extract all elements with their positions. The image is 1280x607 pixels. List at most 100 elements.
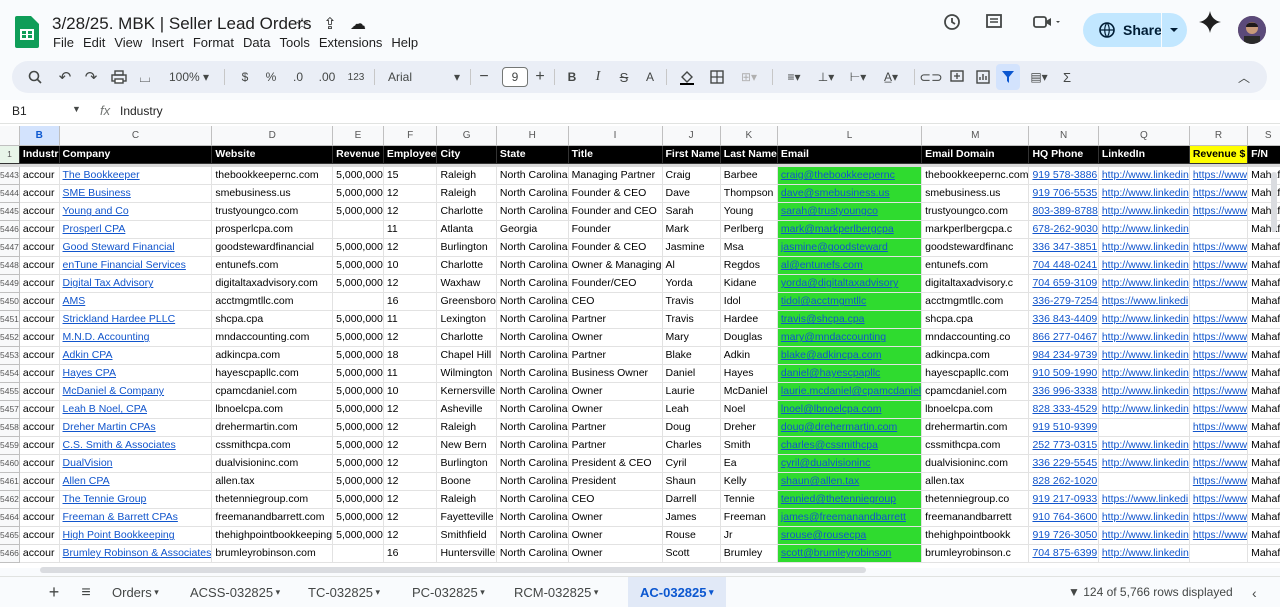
table-cell[interactable]: Brumley — [720, 544, 778, 564]
table-cell[interactable]: North Carolina — [496, 472, 569, 492]
table-cell[interactable]: https://www — [1189, 490, 1249, 510]
chevron-down-icon[interactable]: ▾ — [373, 587, 381, 598]
table-cell[interactable]: lnoel@lbnoelcpa.com — [777, 400, 923, 420]
table-cell[interactable]: https://www — [1189, 274, 1249, 294]
table-cell[interactable]: Mahafuj — [1247, 238, 1280, 258]
table-cell[interactable]: https://www — [1189, 508, 1249, 528]
cloud-status-icon[interactable]: ☁ — [348, 14, 368, 34]
table-cell[interactable]: 910 764-3600 — [1028, 508, 1099, 528]
table-cell[interactable]: accour — [19, 436, 60, 456]
table-cell[interactable]: https://www — [1189, 400, 1249, 420]
filter-views-icon[interactable]: ▤▾ — [1022, 61, 1056, 93]
font-size-input[interactable]: 9 — [500, 61, 530, 93]
table-cell[interactable]: Kernersville — [436, 382, 497, 402]
table-cell[interactable]: Cyril — [662, 454, 721, 474]
table-cell[interactable]: https://www — [1189, 436, 1249, 456]
insert-link-icon[interactable]: ⊂⊃ — [919, 61, 942, 93]
table-cell[interactable]: Boone — [436, 472, 497, 492]
table-cell[interactable]: http://www.linkedin — [1098, 544, 1190, 564]
table-cell[interactable]: 5,000,000 — [332, 454, 384, 474]
table-cell[interactable]: accour — [19, 454, 60, 474]
table-cell[interactable]: Daniel — [662, 364, 721, 384]
table-cell[interactable]: Partner — [568, 418, 663, 438]
table-cell[interactable]: Rouse — [662, 526, 721, 546]
table-cell[interactable]: Leah — [662, 400, 721, 420]
table-cell[interactable]: shcpa.cpa — [921, 310, 1030, 330]
bold-button[interactable]: B — [562, 61, 582, 93]
table-cell[interactable]: craig@thebookkeepernc — [777, 167, 923, 186]
font-select[interactable]: Arial ▾ — [384, 61, 464, 93]
table-cell[interactable]: Dreher — [720, 418, 778, 438]
header-cell[interactable]: Revenue — [332, 145, 384, 164]
table-cell[interactable]: 5,000,000 — [332, 346, 384, 366]
decrease-decimal-button[interactable]: .0 — [286, 61, 310, 93]
table-cell[interactable]: 5,000,000 — [332, 328, 384, 348]
column-header-q[interactable]: Q — [1098, 126, 1190, 146]
table-cell[interactable]: North Carolina — [496, 167, 569, 186]
table-cell[interactable]: mark@markperlbergcpa — [777, 220, 923, 240]
table-cell[interactable] — [332, 544, 384, 564]
table-cell[interactable]: travis@shcpa.cpa — [777, 310, 923, 330]
table-cell[interactable]: Mahafuj — [1247, 364, 1280, 384]
table-cell[interactable]: James — [662, 508, 721, 528]
table-cell[interactable]: Jasmine — [662, 238, 721, 258]
table-cell[interactable]: Hayes — [720, 364, 778, 384]
table-cell[interactable]: 336 996-3338 — [1028, 382, 1099, 402]
table-cell[interactable]: Founder & CEO — [568, 184, 663, 204]
more-formats-button[interactable]: 123 — [344, 61, 368, 93]
menu-edit[interactable]: Edit — [83, 35, 105, 51]
history-icon[interactable] — [940, 10, 964, 34]
table-cell[interactable]: 704 875-6399 — [1028, 544, 1099, 564]
table-cell[interactable]: Managing Partner — [568, 167, 663, 186]
row-number[interactable]: 5458 — [0, 418, 20, 438]
table-cell[interactable]: 910 509-1990 — [1028, 364, 1099, 384]
table-cell[interactable]: New Bern — [436, 436, 497, 456]
column-header-j[interactable]: J — [662, 126, 721, 146]
menu-tools[interactable]: Tools — [279, 35, 309, 51]
header-cell[interactable]: Company — [59, 145, 213, 164]
table-cell[interactable]: 828 262-1020 — [1028, 472, 1099, 492]
table-cell[interactable]: Dave — [662, 184, 721, 204]
chevron-down-icon[interactable]: ▾ — [152, 587, 159, 598]
table-cell[interactable]: https://www.linkedi — [1098, 292, 1190, 312]
table-cell[interactable]: North Carolina — [496, 202, 569, 222]
table-cell[interactable]: Owner & Managing — [568, 256, 663, 276]
table-cell[interactable]: Regdos — [720, 256, 778, 276]
table-cell[interactable]: Travis — [662, 310, 721, 330]
table-cell[interactable]: Travis — [662, 292, 721, 312]
row-number[interactable]: 5447 — [0, 238, 20, 258]
corner-cell[interactable] — [0, 126, 20, 146]
row-number[interactable]: 5443 — [0, 167, 20, 186]
table-cell[interactable]: http://www.linkedin — [1098, 238, 1190, 258]
table-cell[interactable]: Founder & CEO — [568, 238, 663, 258]
table-cell[interactable]: 5,000,000 — [332, 238, 384, 258]
table-cell[interactable]: yorda@digitaltaxadvisory — [777, 274, 923, 294]
table-cell[interactable]: Waxhaw — [436, 274, 497, 294]
table-cell[interactable]: Doug — [662, 418, 721, 438]
table-cell[interactable]: mary@mndaccounting — [777, 328, 923, 348]
table-cell[interactable]: Burlington — [436, 454, 497, 474]
column-header-e[interactable]: E — [332, 126, 384, 146]
table-cell[interactable]: Hardee — [720, 310, 778, 330]
table-cell[interactable]: Owner — [568, 526, 663, 546]
table-cell[interactable]: 5,000,000 — [332, 508, 384, 528]
table-cell[interactable]: President & CEO — [568, 454, 663, 474]
table-cell[interactable]: https://www — [1189, 454, 1249, 474]
table-cell[interactable]: cyril@dualvisioninc — [777, 454, 923, 474]
table-cell[interactable]: SME Business — [59, 184, 213, 204]
table-cell[interactable]: Kelly — [720, 472, 778, 492]
table-cell[interactable]: 5,000,000 — [332, 167, 384, 186]
functions-icon[interactable]: Σ — [1058, 61, 1076, 93]
table-cell[interactable]: Noel — [720, 400, 778, 420]
table-cell[interactable]: allen.tax — [211, 472, 334, 492]
table-cell[interactable]: digitaltaxadvisory.c — [921, 274, 1030, 294]
table-cell[interactable]: shcpa.cpa — [211, 310, 334, 330]
table-cell[interactable]: Ea — [720, 454, 778, 474]
table-cell[interactable]: Yorda — [662, 274, 721, 294]
sheet-grid[interactable]: B C D E F G H I J K L M N Q R S 1 Industr Company Website Re… — [0, 124, 1280, 568]
table-cell[interactable]: President — [568, 472, 663, 492]
table-cell[interactable]: Mahafuj — [1247, 400, 1280, 420]
table-cell[interactable]: Partner — [568, 436, 663, 456]
table-cell[interactable]: Mahafuj — [1247, 544, 1280, 564]
table-cell[interactable]: Craig — [662, 167, 721, 186]
